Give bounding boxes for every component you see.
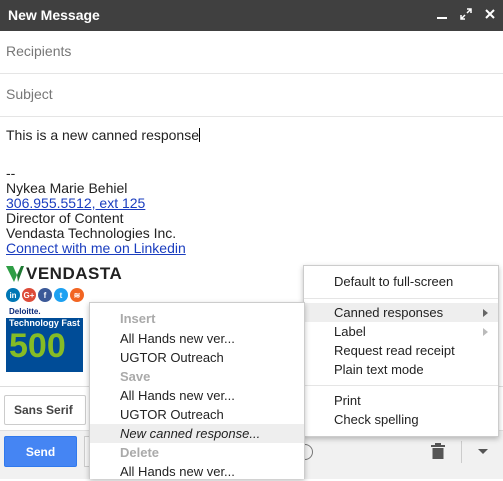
font-select[interactable]: Sans Serif [4, 395, 86, 425]
more-options-menu: Default to full-screen Canned responses … [303, 265, 499, 437]
badge-number: 500 [9, 327, 66, 365]
subject-placeholder: Subject [6, 86, 53, 102]
close-icon[interactable] [483, 6, 497, 22]
vendasta-mark-icon [6, 266, 24, 282]
font-select-value: Sans Serif [14, 403, 73, 417]
signature-dashes: -- [6, 165, 16, 181]
trash-icon[interactable] [431, 443, 445, 459]
signature-name: Nykea Marie Behiel [6, 180, 128, 196]
menu-item-plain-text[interactable]: Plain text mode [304, 360, 498, 379]
menu-item-read-receipt[interactable]: Request read receipt [304, 341, 498, 360]
insert-item[interactable]: UGTOR Outreach [90, 348, 304, 367]
send-button[interactable]: Send [4, 436, 77, 467]
twitter-icon[interactable]: t [54, 288, 68, 302]
delete-header: Delete [120, 445, 160, 460]
signature-role: Director of Content [6, 210, 124, 226]
save-item[interactable]: All Hands new ver... [90, 386, 304, 405]
vendasta-wordmark: VENDASTA [26, 264, 123, 283]
facebook-icon[interactable]: f [38, 288, 52, 302]
social-icons: in G+ f t ≋ [6, 288, 84, 302]
recipients-field[interactable]: Recipients [0, 31, 503, 74]
window-title: New Message [8, 7, 100, 23]
menu-item-canned-responses[interactable]: Canned responses [304, 303, 498, 322]
submenu-arrow-icon [483, 309, 488, 317]
badge-brand: Deloitte. [6, 306, 83, 318]
subject-field[interactable]: Subject [0, 74, 503, 117]
text-caret [199, 128, 200, 142]
vendasta-logo: VENDASTA [6, 264, 122, 284]
canned-responses-menu: Insert All Hands new ver... UGTOR Outrea… [89, 302, 305, 479]
menu-item-label: Canned responses [334, 305, 444, 320]
save-item[interactable]: UGTOR Outreach [90, 405, 304, 424]
signature-company: Vendasta Technologies Inc. [6, 225, 177, 241]
deloitte-badge: Deloitte. Technology Fast 500 [6, 306, 83, 372]
delete-item[interactable]: All Hands new ver... [90, 462, 304, 481]
minimize-icon[interactable] [435, 6, 449, 22]
menu-divider [304, 385, 498, 386]
menu-item-print[interactable]: Print [304, 391, 498, 410]
phone-link[interactable]: 306.955.5512, ext 125 [6, 195, 145, 211]
insert-item[interactable]: All Hands new ver... [90, 329, 304, 348]
menu-item-fullscreen[interactable]: Default to full-screen [304, 272, 498, 291]
submenu-arrow-icon [483, 328, 488, 336]
window-controls [435, 6, 497, 22]
new-canned-response-item[interactable]: New canned response... [90, 424, 304, 443]
compose-title-bar[interactable]: New Message [0, 0, 503, 31]
linkedin-icon[interactable]: in [6, 288, 20, 302]
menu-item-check-spelling[interactable]: Check spelling [304, 410, 498, 429]
googleplus-icon[interactable]: G+ [22, 288, 36, 302]
recipients-placeholder: Recipients [6, 43, 72, 59]
save-header: Save [120, 369, 151, 384]
rss-icon[interactable]: ≋ [70, 288, 84, 302]
menu-item-label: Label [334, 324, 366, 339]
menu-item-label-submenu[interactable]: Label [304, 322, 498, 341]
body-text: This is a new canned response [6, 127, 199, 143]
message-body[interactable]: This is a new canned response -- Nykea M… [6, 128, 200, 256]
body-text-line: This is a new canned response [6, 128, 200, 143]
more-options-icon[interactable] [478, 449, 488, 454]
insert-header: Insert [120, 311, 156, 326]
expand-icon[interactable] [459, 6, 473, 22]
toolbar-divider [461, 441, 462, 463]
linkedin-link[interactable]: Connect with me on Linkedin [6, 240, 186, 256]
menu-divider [304, 298, 498, 299]
